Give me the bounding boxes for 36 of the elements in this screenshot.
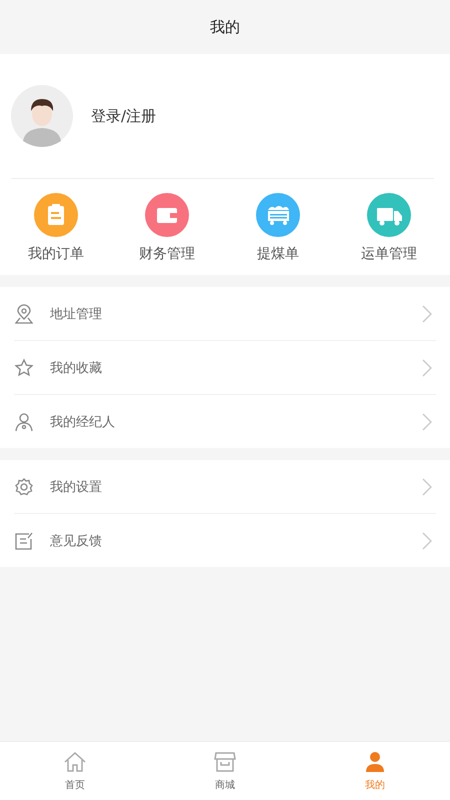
tab-item[interactable]: 首页 bbox=[0, 742, 150, 800]
person-icon bbox=[14, 412, 34, 432]
chevron-right-icon bbox=[422, 358, 432, 376]
menu-item[interactable]: 我的经纪人 bbox=[14, 395, 436, 448]
chevron-right-icon bbox=[422, 532, 432, 550]
menu-item[interactable]: 我的收藏 bbox=[14, 341, 436, 395]
shortcut-item[interactable]: 财务管理 bbox=[122, 193, 212, 263]
chevron-right-icon bbox=[422, 412, 432, 430]
location-pin-icon bbox=[14, 304, 34, 324]
menu-item[interactable]: 意见反馈 bbox=[14, 514, 436, 567]
tab-item[interactable]: 商城 bbox=[150, 742, 300, 800]
star-icon bbox=[14, 358, 34, 378]
settings-icon bbox=[14, 476, 34, 496]
chevron-right-icon bbox=[422, 478, 432, 496]
shortcut-label: 运单管理 bbox=[361, 245, 417, 263]
login-link[interactable]: 登录/注册 bbox=[91, 106, 156, 126]
edit-note-icon bbox=[14, 530, 34, 550]
person-icon bbox=[363, 750, 387, 774]
shortcut-label: 财务管理 bbox=[139, 245, 195, 263]
menu-item[interactable]: 我的设置 bbox=[14, 460, 436, 514]
avatar-icon[interactable] bbox=[11, 85, 73, 147]
shortcut-label: 我的订单 bbox=[28, 245, 84, 263]
shortcut-item[interactable]: 我的订单 bbox=[11, 193, 101, 263]
shortcut-item[interactable]: 运单管理 bbox=[344, 193, 434, 263]
menu-label: 地址管理 bbox=[50, 306, 103, 322]
menu-item[interactable]: 地址管理 bbox=[14, 287, 436, 341]
chevron-right-icon bbox=[422, 304, 432, 322]
home-icon bbox=[63, 750, 87, 774]
menu-label: 我的设置 bbox=[50, 478, 103, 496]
shortcut-item[interactable]: 提煤单 bbox=[233, 193, 323, 263]
menu-label: 我的收藏 bbox=[50, 360, 103, 376]
shortcut-label: 提煤单 bbox=[257, 245, 299, 263]
storefront-icon bbox=[213, 750, 237, 774]
menu-label: 我的经纪人 bbox=[50, 414, 116, 430]
page-title: 我的 bbox=[210, 18, 240, 36]
menu-label: 意见反馈 bbox=[50, 532, 103, 550]
